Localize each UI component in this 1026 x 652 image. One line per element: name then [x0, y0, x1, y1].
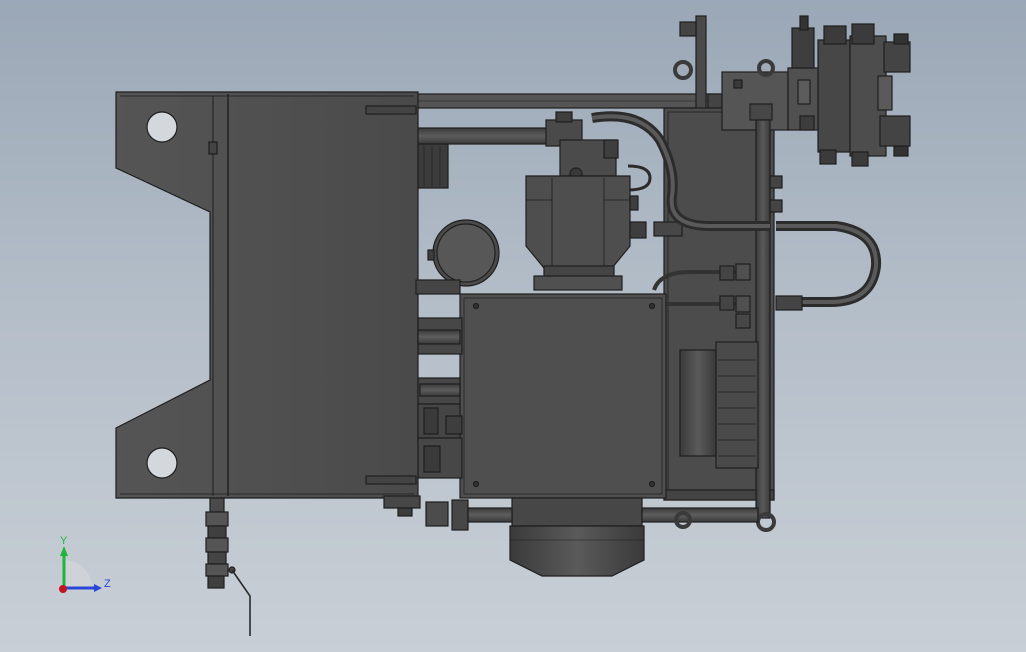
y-axis-label: Y — [60, 535, 68, 547]
vertical-pipe — [755, 119, 783, 532]
pressure-gauge — [415, 219, 500, 295]
z-axis-label: Z — [104, 578, 111, 590]
oil-cooler — [679, 341, 759, 469]
top-frame-rail — [417, 93, 723, 109]
hydraulic-unit-model[interactable]: Y Z — [0, 0, 1026, 652]
return-filter — [417, 143, 449, 189]
drain-valve — [205, 497, 251, 636]
motor-mounting-plate — [459, 293, 667, 499]
suction-pipe — [417, 127, 559, 145]
cylinder-bank — [417, 317, 463, 479]
lifting-hole-top — [146, 111, 178, 143]
x-axis-origin — [59, 585, 67, 593]
cad-viewport[interactable]: Y Z — [0, 0, 1026, 652]
electric-motor — [509, 497, 645, 577]
view-orientation-triad: Y Z — [59, 535, 111, 593]
lifting-hole-bottom — [146, 447, 178, 479]
reservoir-tank — [115, 91, 421, 517]
